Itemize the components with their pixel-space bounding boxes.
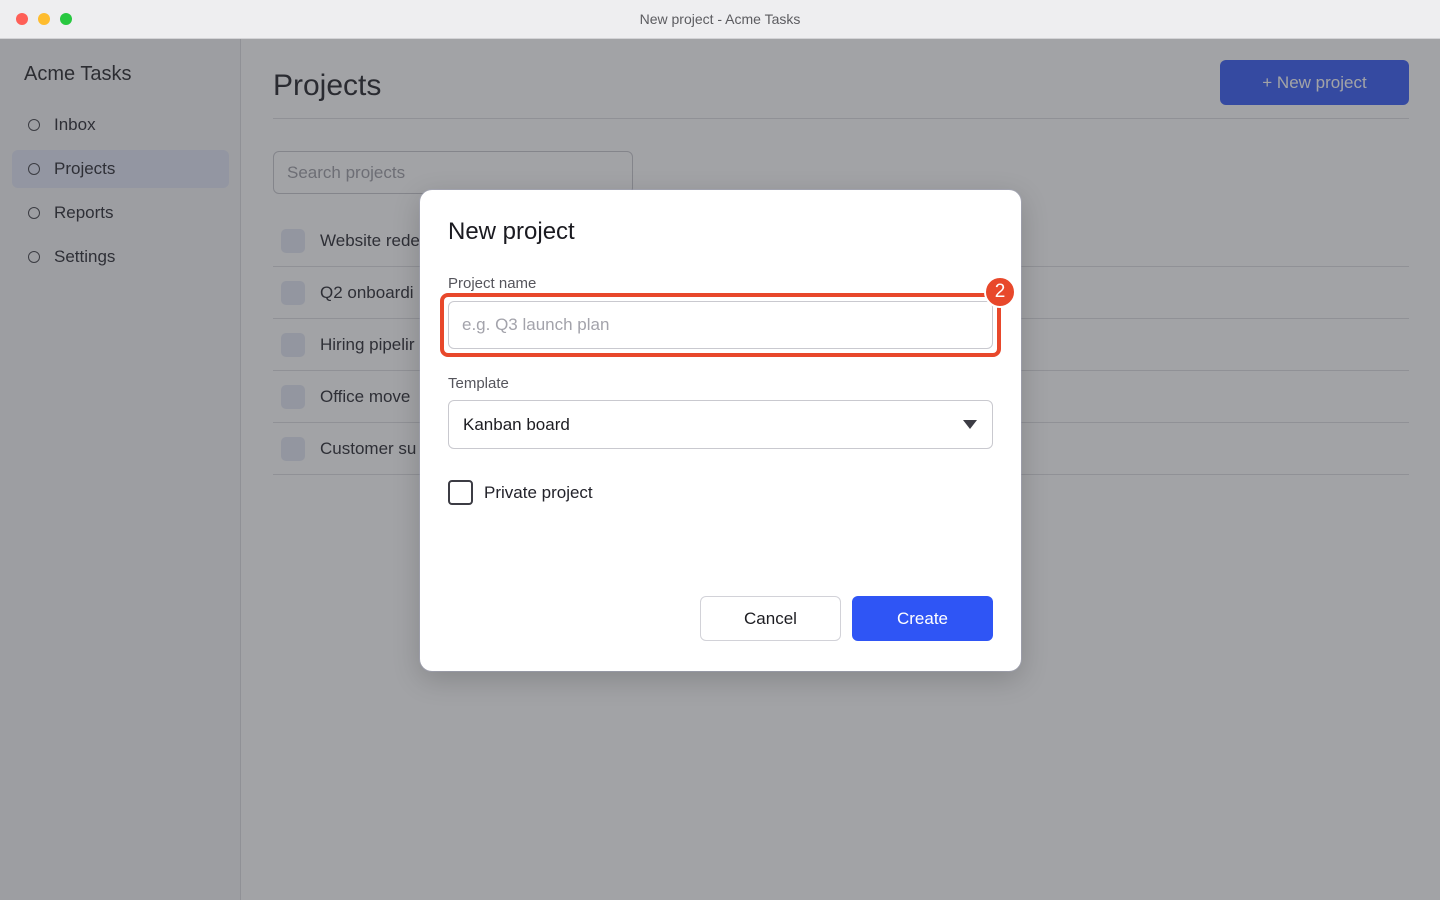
- cancel-button[interactable]: Cancel: [700, 596, 841, 641]
- template-select[interactable]: Kanban board: [448, 400, 993, 449]
- annotation-highlight: [440, 293, 1001, 357]
- create-button[interactable]: Create: [852, 596, 993, 641]
- title-bar: New project - Acme Tasks: [0, 0, 1440, 39]
- step-badge: 2: [984, 276, 1016, 308]
- dialog-title: New project: [448, 218, 575, 245]
- private-project-option[interactable]: Private project: [448, 480, 593, 505]
- template-value: Kanban board: [463, 414, 570, 434]
- app-window: New project - Acme Tasks Acme Tasks Inbo…: [0, 0, 1440, 900]
- private-project-label: Private project: [484, 482, 593, 502]
- window-title: New project - Acme Tasks: [639, 11, 801, 27]
- template-label: Template: [448, 375, 509, 392]
- chevron-down-icon: [963, 420, 977, 429]
- project-name-label: Project name: [448, 275, 537, 292]
- new-project-dialog: New project Project name e.g. Q3 launch …: [420, 190, 1021, 671]
- private-project-checkbox[interactable]: [448, 480, 473, 505]
